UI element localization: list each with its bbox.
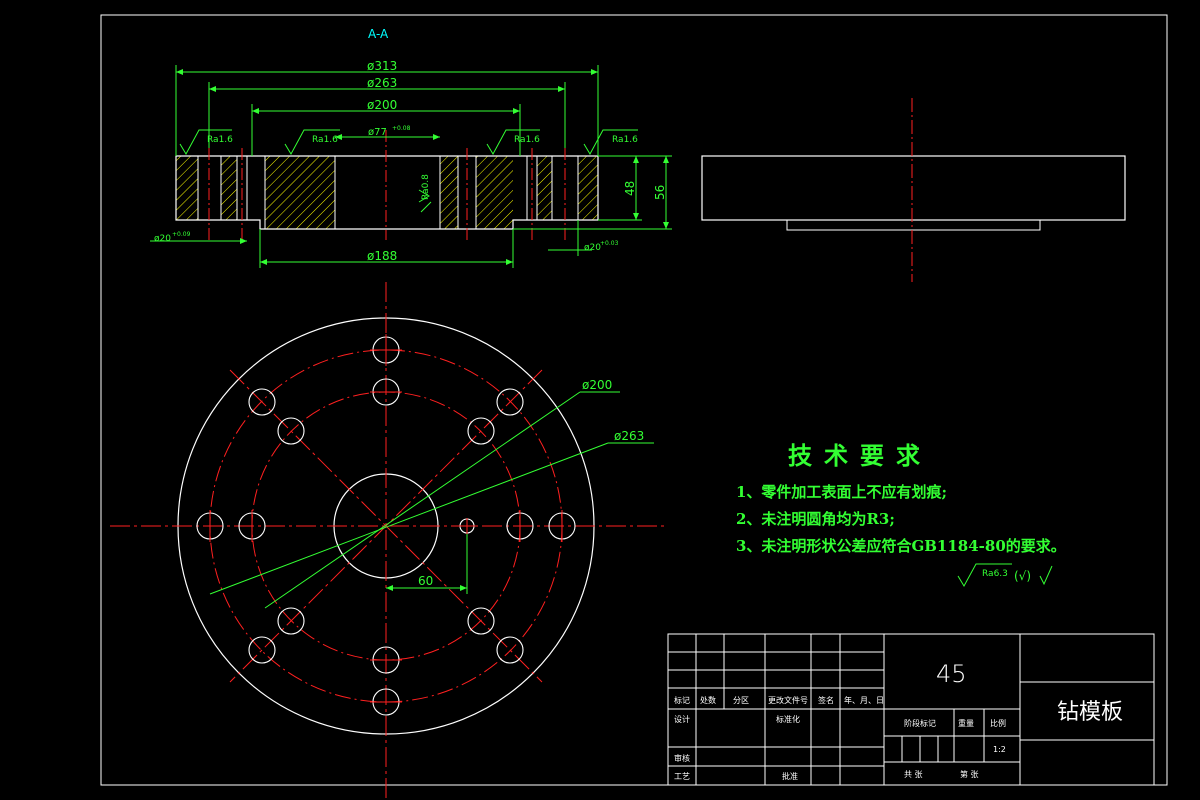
roughness-symbols xyxy=(179,129,638,203)
tb-header: 签名 xyxy=(818,695,834,705)
hatch-region xyxy=(176,156,198,220)
general-roughness-suffix: (√) xyxy=(1014,569,1031,583)
requirements-title: 技术要求 xyxy=(788,441,932,470)
roughness-label: Ra1.6 xyxy=(312,135,338,145)
dim-d20-right: ø20 xyxy=(584,243,601,253)
plan-dim-60: 60 xyxy=(418,574,433,588)
tb-row-review: 审核 xyxy=(674,753,690,763)
general-roughness-value: Ra6.3 xyxy=(982,569,1008,579)
cad-drawing: A-A ø313 ø263 ø200 ø77 +0.08 ø188 ø20 +0… xyxy=(100,14,1168,798)
technical-requirements: 技术要求 1、零件加工表面上不应有划痕; 2、未注明圆角均为R3; 3、未注明形… xyxy=(736,436,1066,560)
tb-sheets-total: 共 张 xyxy=(904,770,923,779)
tb-row-standard: 标准化 xyxy=(776,714,800,724)
hatch-region xyxy=(578,156,598,220)
tb-part-name: 钻模板 xyxy=(1057,700,1123,725)
tb-header: 处数 xyxy=(700,695,716,705)
tb-sheet-num: 第 张 xyxy=(960,769,979,779)
dim-d20-right-tol: +0.03 xyxy=(600,240,619,247)
tb-stage-label: 阶段标记 xyxy=(904,718,936,728)
hatch-region xyxy=(440,156,458,229)
roughness-label: Ra1.6 xyxy=(612,135,638,145)
tb-header: 年、月、日 xyxy=(844,695,884,705)
tb-header: 分区 xyxy=(733,696,749,705)
plan-dim-d200: ø200 xyxy=(582,378,612,392)
side-view xyxy=(701,98,1126,282)
dim-h48: 48 xyxy=(623,181,637,196)
requirement-item: 2、未注明圆角均为R3; xyxy=(736,510,895,528)
dim-d77-tol: +0.08 xyxy=(392,125,411,132)
dim-d313: ø313 xyxy=(367,59,397,73)
tb-weight-label: 重量 xyxy=(958,718,974,728)
dim-d263: ø263 xyxy=(367,76,397,90)
tb-row-process: 工艺 xyxy=(674,772,690,781)
plan-dim-d263: ø263 xyxy=(614,429,644,443)
dim-d20-left: ø20 xyxy=(154,234,171,244)
dim-d20-left-tol: +0.09 xyxy=(172,231,191,238)
section-view xyxy=(175,130,599,240)
hatch-region xyxy=(476,156,513,229)
tb-row-design: 设计 xyxy=(674,714,690,724)
requirement-item: 1、零件加工表面上不应有划痕; xyxy=(736,483,947,501)
dim-d188: ø188 xyxy=(367,249,397,263)
hatch-region xyxy=(265,156,335,229)
dim-d77: ø77 xyxy=(368,127,387,138)
tb-header: 更改文件号 xyxy=(768,695,808,705)
roughness-label: Ra1.6 xyxy=(207,135,233,145)
plan-view xyxy=(110,282,664,798)
tb-scale-value: 1:2 xyxy=(993,745,1006,754)
requirement-item: 3、未注明形状公差应符合GB1184-80的要求。 xyxy=(736,537,1066,555)
hatch-region xyxy=(537,156,552,220)
tb-row-approve: 批准 xyxy=(782,771,798,781)
hatch-region xyxy=(221,156,237,220)
tb-material: 45 xyxy=(936,660,967,688)
dim-h56: 56 xyxy=(653,185,667,200)
tb-header: 标记 xyxy=(674,695,690,705)
roughness-label: Ra1.6 xyxy=(514,135,540,145)
dim-d200: ø200 xyxy=(367,98,397,112)
section-outline xyxy=(175,155,599,230)
tb-scale-label: 比例 xyxy=(990,718,1006,728)
section-label: A-A xyxy=(368,27,389,41)
